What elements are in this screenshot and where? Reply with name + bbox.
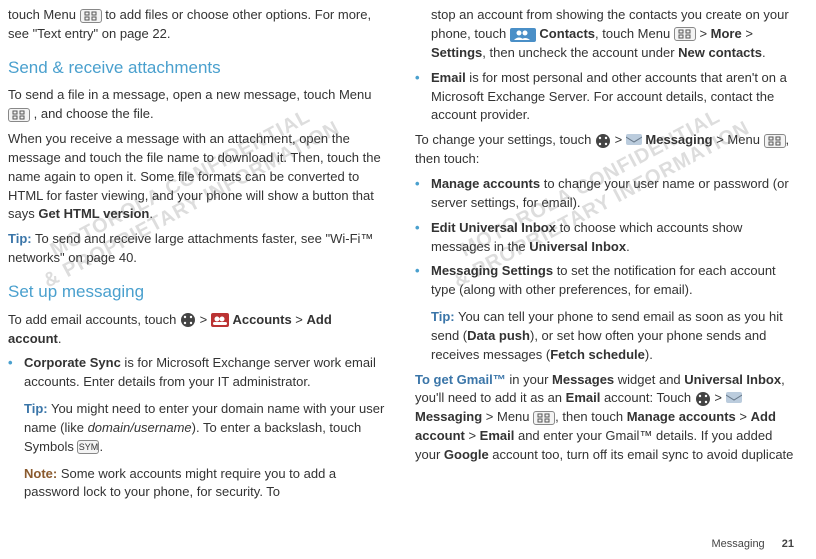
messages-widget-label: Messages bbox=[552, 372, 614, 387]
text: account too, turn off its email sync to … bbox=[489, 447, 794, 462]
paragraph: stop an account from showing the contact… bbox=[415, 6, 794, 63]
page-number: 21 bbox=[782, 538, 794, 550]
tip-paragraph: Tip: You might need to enter your domain… bbox=[24, 400, 387, 457]
email-label: Email bbox=[431, 70, 466, 85]
text: , touch Menu bbox=[595, 26, 674, 41]
bullet-list: Manage accounts to change your user name… bbox=[415, 175, 794, 365]
bullet-list: Corporate Sync is for Microsoft Exchange… bbox=[8, 354, 387, 502]
sym-key-icon: SYM bbox=[77, 440, 99, 454]
more-label: More bbox=[711, 26, 742, 41]
tip-label: Tip: bbox=[8, 231, 32, 246]
list-item: Messaging Settings to set the notificati… bbox=[415, 262, 794, 364]
text: widget and bbox=[614, 372, 684, 387]
text: To send and receive large attachments fa… bbox=[8, 231, 373, 265]
label-get-html: Get HTML version bbox=[38, 206, 149, 221]
edit-universal-inbox-label: Edit Universal Inbox bbox=[431, 220, 556, 235]
corporate-sync-label: Corporate Sync bbox=[24, 355, 121, 370]
tip-paragraph: Tip: You can tell your phone to send ema… bbox=[431, 308, 794, 365]
launcher-icon bbox=[595, 131, 611, 150]
accounts-label: Accounts bbox=[232, 312, 291, 327]
email-label: Email bbox=[566, 390, 601, 405]
list-item: Email is for most personal and other acc… bbox=[415, 69, 794, 126]
contacts-label: Contacts bbox=[539, 26, 595, 41]
messaging-settings-label: Messaging Settings bbox=[431, 263, 553, 278]
menu-icon bbox=[533, 411, 555, 425]
paragraph: When you receive a message with an attac… bbox=[8, 130, 387, 224]
contacts-icon bbox=[510, 25, 536, 44]
bullet-list: Email is for most personal and other acc… bbox=[415, 69, 794, 126]
gmail-paragraph: To get Gmail™ in your Messages widget an… bbox=[415, 371, 794, 465]
manage-accounts-label: Manage accounts bbox=[627, 409, 736, 424]
text: account: Touch bbox=[600, 390, 694, 405]
page-body: touch Menu to add files or choose other … bbox=[0, 0, 816, 508]
get-gmail-heading: To get Gmail™ bbox=[415, 372, 506, 387]
page-footer: Messaging 21 bbox=[711, 537, 794, 553]
list-item: Edit Universal Inbox to choose which acc… bbox=[415, 219, 794, 257]
menu-icon bbox=[764, 134, 786, 148]
intro-paragraph: touch Menu to add files or choose other … bbox=[8, 6, 387, 44]
text: , then touch bbox=[555, 409, 627, 424]
left-column: touch Menu to add files or choose other … bbox=[8, 0, 387, 508]
menu-icon bbox=[8, 108, 30, 122]
paragraph: To send a file in a message, open a new … bbox=[8, 86, 387, 124]
list-item: Manage accounts to change your user name… bbox=[415, 175, 794, 213]
paragraph: To change your settings, touch > Messagi… bbox=[415, 131, 794, 169]
text: To add email accounts, touch bbox=[8, 312, 180, 327]
menu-icon bbox=[674, 27, 696, 41]
text: is for most personal and other accounts … bbox=[431, 70, 787, 123]
text: , then uncheck the account under bbox=[482, 45, 678, 60]
paragraph: To add email accounts, touch > Accounts … bbox=[8, 311, 387, 349]
messaging-icon bbox=[726, 390, 742, 409]
text: To change your settings, touch bbox=[415, 132, 595, 147]
new-contacts-label: New contacts bbox=[678, 45, 762, 60]
text: , and choose the file. bbox=[34, 106, 154, 121]
text: > Menu bbox=[482, 409, 533, 424]
tip-label: Tip: bbox=[24, 401, 48, 416]
email-label: Email bbox=[480, 428, 515, 443]
fetch-schedule-label: Fetch schedule bbox=[550, 347, 645, 362]
text: > Menu bbox=[713, 132, 764, 147]
universal-inbox-label: Universal Inbox bbox=[529, 239, 626, 254]
note-paragraph: Note: Some work accounts might require y… bbox=[24, 465, 387, 503]
menu-icon bbox=[80, 9, 102, 23]
text: To send a file in a message, open a new … bbox=[8, 87, 372, 102]
text: ). bbox=[645, 347, 653, 362]
accounts-icon bbox=[211, 311, 229, 330]
footer-section: Messaging bbox=[711, 538, 764, 550]
universal-inbox-label: Universal Inbox bbox=[684, 372, 781, 387]
text: touch Menu bbox=[8, 7, 76, 22]
google-label: Google bbox=[444, 447, 489, 462]
manage-accounts-label: Manage accounts bbox=[431, 176, 540, 191]
data-push-label: Data push bbox=[467, 328, 530, 343]
messaging-label: Messaging bbox=[645, 132, 712, 147]
launcher-icon bbox=[180, 311, 196, 330]
settings-label: Settings bbox=[431, 45, 482, 60]
list-item: Corporate Sync is for Microsoft Exchange… bbox=[8, 354, 387, 502]
messaging-icon bbox=[626, 131, 642, 150]
heading-setup-messaging: Set up messaging bbox=[8, 280, 387, 305]
text: Some work accounts might require you to … bbox=[24, 466, 336, 500]
tip-paragraph: Tip: To send and receive large attachmen… bbox=[8, 230, 387, 268]
domain-username-example: domain/username bbox=[88, 420, 192, 435]
messaging-label: Messaging bbox=[415, 409, 482, 424]
text: in your bbox=[506, 372, 552, 387]
heading-send-receive: Send & receive attachments bbox=[8, 56, 387, 81]
right-column: stop an account from showing the contact… bbox=[415, 0, 794, 508]
tip-label: Tip: bbox=[431, 309, 455, 324]
launcher-icon bbox=[695, 390, 711, 409]
note-label: Note: bbox=[24, 466, 57, 481]
